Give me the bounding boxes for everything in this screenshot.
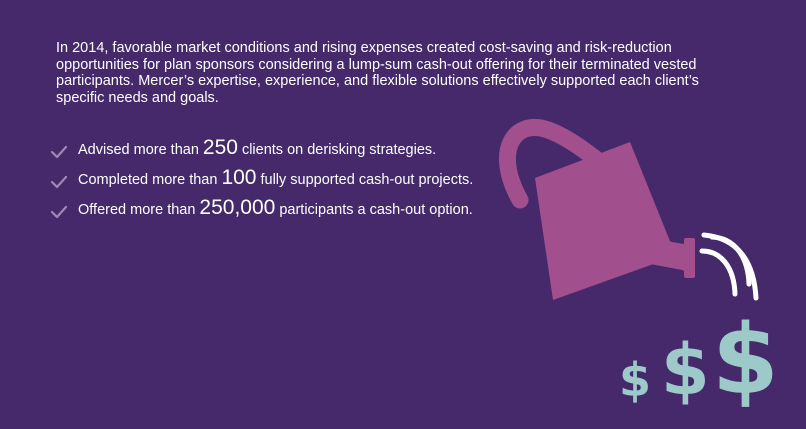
bullet-prefix: Completed more than <box>78 172 218 188</box>
bullet-prefix: Advised more than <box>78 142 199 158</box>
infographic-slide: { "intro": { "text": "In 2014, favorable… <box>0 0 806 429</box>
list-item: Offered more than 250,000 participants a… <box>50 196 473 226</box>
bullet-number: 250,000 <box>199 196 276 219</box>
checkmark-icon <box>50 145 68 159</box>
watering-can-handle <box>498 119 621 209</box>
dollar-sign-icon: $ <box>712 304 779 416</box>
dollar-sign-icon: $ <box>661 329 710 411</box>
dollar-sign-icon: $ <box>619 353 652 407</box>
watering-can-spout <box>640 236 692 274</box>
bullet-number: 250 <box>202 136 238 159</box>
intro-paragraph: In 2014, favorable market conditions and… <box>56 40 699 106</box>
water-arcs <box>699 232 759 301</box>
watering-can-body <box>535 142 676 300</box>
list-item: Advised more than 250 clients on deriski… <box>50 136 473 166</box>
bullet-number: 100 <box>221 166 257 189</box>
bullet-prefix: Offered more than <box>78 202 196 218</box>
achievements-list: Advised more than 250 clients on deriski… <box>50 136 473 226</box>
list-item: Completed more than 100 fully supported … <box>50 166 473 196</box>
watering-can-nozzle <box>684 238 695 278</box>
bullet-suffix: participants a cash-out option. <box>279 202 473 218</box>
checkmark-icon <box>50 175 68 189</box>
bullet-suffix: fully supported cash-out projects. <box>260 172 474 188</box>
checkmark-icon <box>50 205 68 219</box>
bullet-suffix: clients on derisking strategies. <box>241 142 437 158</box>
